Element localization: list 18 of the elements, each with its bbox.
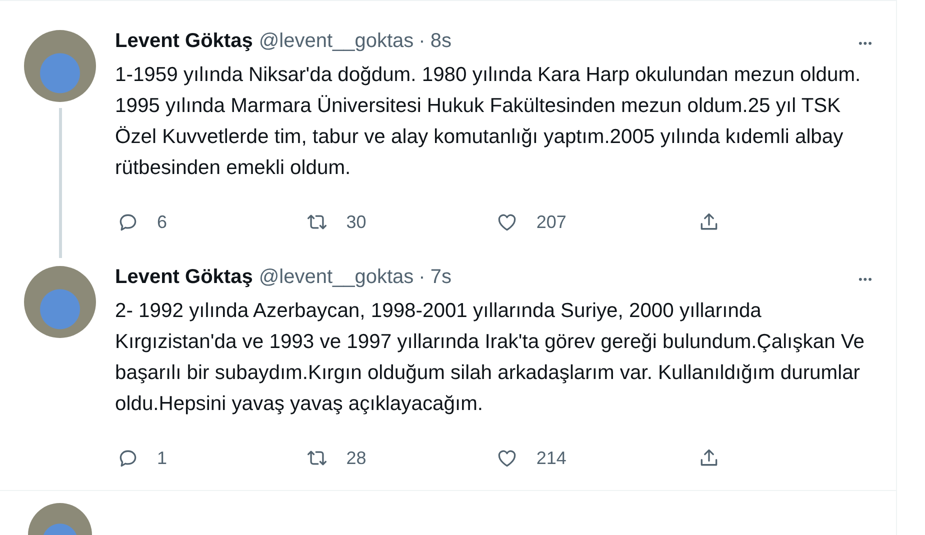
author-handle[interactable]: @levent__goktas: [258, 30, 414, 53]
author-name[interactable]: Levent Göktaş: [115, 30, 253, 53]
more-options-button[interactable]: •••: [856, 36, 875, 52]
retweet-count: 30: [346, 212, 366, 232]
reply-count: 1: [157, 448, 168, 468]
separator-dot: ·: [418, 30, 426, 53]
more-options-button[interactable]: •••: [856, 272, 875, 288]
tweet-text: 2- 1992 yılında Azerbaycan, 1998-2001 yıllarında Suriye, 2000 yıllarında Kırgızistan'da ve 1993 ve 1997 yıllarında Irak'ta görev gereği bulundum.Çalışkan Ve başarılı bir subaydım.Kırgın olduğum silah arkadaşlarım var. Kullanıldığım durumlar oldu.Hepsini yavaş yavaş açıklayacağım.: [115, 299, 866, 417]
reply-count: 6: [157, 212, 168, 232]
tweet-text: 1-1959 yılında Niksar'da doğdum. 1980 yılında Kara Harp okulundan mezun oldum. 1995 yılında Marmara Üniversitesi Hukuk Fakültesinden mezun oldum.25 yıl TSK Özel Kuvvetlerde tim, tabur ve alay komutanlığı yaptım.2005 yılında kıdemli albay rütbesinden emekli oldum.: [115, 63, 862, 181]
like-count: 214: [536, 448, 566, 468]
tweet-time[interactable]: 8s: [430, 30, 452, 53]
like-count: 207: [536, 212, 566, 232]
separator-dot: ·: [418, 266, 426, 289]
author-handle[interactable]: @levent__goktas: [258, 266, 414, 289]
tweet-time[interactable]: 7s: [430, 266, 452, 289]
author-name[interactable]: Levent Göktaş: [115, 266, 253, 289]
retweet-count: 28: [346, 448, 366, 468]
